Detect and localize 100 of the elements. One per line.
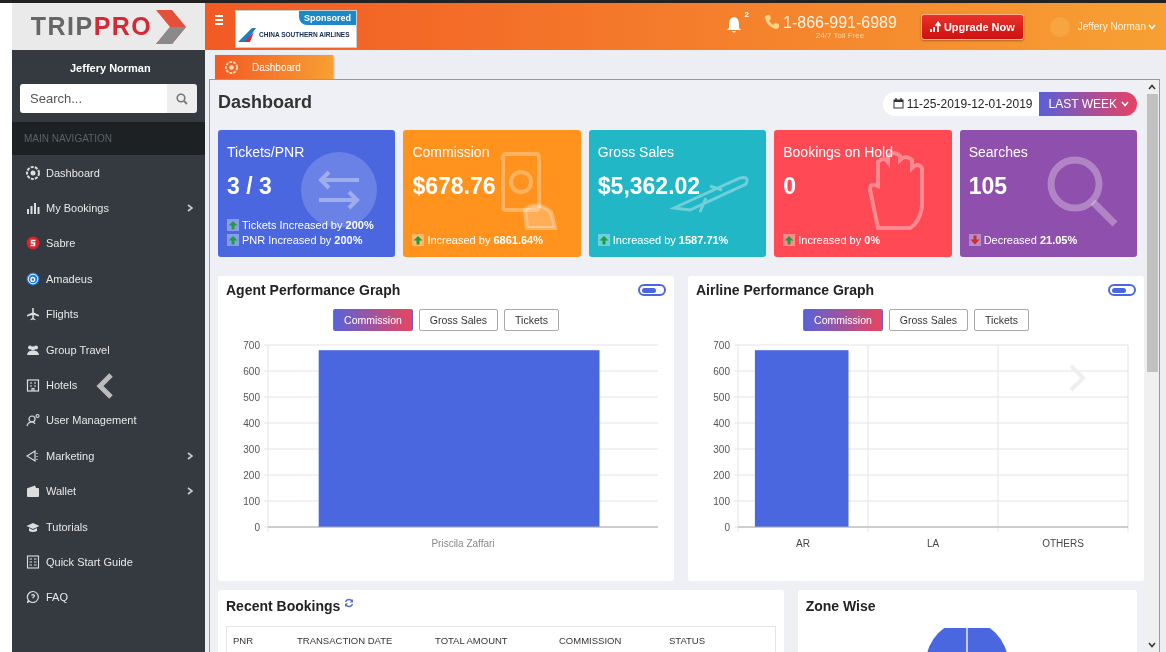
scroll-down-icon[interactable]	[1148, 642, 1156, 648]
column-header: TRANSACTION DATE	[297, 635, 394, 648]
axis-tick-label: 100	[713, 496, 730, 507]
user-icon	[26, 413, 40, 428]
change-text: Increased by 1587.71%	[612, 234, 729, 246]
metric-button[interactable]: Tickets	[504, 309, 559, 331]
navigation-heading: MAIN NAVIGATION	[12, 122, 205, 155]
down-arrow-icon	[968, 234, 981, 246]
axis-category-label: OTHERS	[1042, 538, 1084, 549]
sidebar-item[interactable]: Tutorials	[12, 508, 205, 545]
axis-tick-label: 700	[243, 340, 260, 351]
dashboard-icon	[225, 60, 238, 74]
refresh-icon[interactable]	[344, 598, 355, 608]
chevron-right-icon	[187, 451, 193, 460]
sidebar-item[interactable]: Marketing	[12, 438, 205, 474]
up-arrow-icon	[412, 234, 425, 246]
sidebar-item[interactable]: Hotels	[12, 367, 205, 403]
collapse-chevron-icon[interactable]	[96, 373, 114, 399]
faq-icon	[26, 590, 40, 605]
change-text: Increased by 6861.64%	[427, 234, 543, 246]
airline-tail-icon	[238, 27, 256, 42]
up-arrow-icon	[227, 219, 239, 231]
caret-icon	[1148, 23, 1156, 30]
sidebar-item[interactable]: Dashboard	[12, 155, 205, 191]
section-title: Recent Bookings	[226, 598, 341, 614]
toll-free-note: 24/7 Toll Free	[815, 30, 865, 40]
axis-category-label: AR	[796, 538, 810, 549]
axis-tick-label: 700	[713, 340, 730, 351]
metric-button[interactable]: Commission	[333, 309, 413, 331]
graph-title: Airline Performance Graph	[696, 282, 875, 298]
bars-icon	[26, 201, 40, 216]
sidebar-item[interactable]: Amadeus	[12, 261, 205, 297]
metric-button[interactable]: Tickets	[974, 309, 1029, 331]
axis-tick-label: 0	[254, 522, 260, 533]
wallet-icon	[26, 484, 40, 499]
up-arrow-icon	[597, 234, 610, 246]
sponsored-badge: Sponsored	[299, 10, 356, 25]
stat-title: Gross Sales	[597, 144, 676, 160]
sidebar-item[interactable]: Flights	[12, 296, 205, 332]
toggle-switch[interactable]	[638, 284, 666, 296]
stat-value: 3 / 3	[227, 173, 273, 200]
page-title: Dashboard	[218, 91, 313, 113]
axis-tick-label: 400	[713, 418, 730, 429]
sidebar-user-name: Jeffery Norman	[69, 61, 152, 76]
axis-tick-label: 100	[243, 496, 260, 507]
sidebar-item[interactable]: Quick Start Guide	[12, 544, 205, 580]
guide-icon	[26, 555, 40, 569]
plane-icon	[26, 307, 40, 322]
metric-button[interactable]: Commission	[803, 309, 883, 331]
axis-tick-label: 400	[243, 418, 260, 429]
axis-tick-label: 300	[713, 444, 730, 455]
toggle-switch[interactable]	[1108, 284, 1136, 296]
calendar-icon	[892, 98, 904, 109]
axis-tick-label: 500	[713, 392, 730, 403]
up-arrow-icon	[783, 234, 796, 246]
search-icon	[176, 92, 188, 105]
axis-tick-label: 200	[713, 470, 730, 481]
chevron-right-icon	[187, 204, 193, 213]
metric-button[interactable]: Gross Sales	[418, 309, 499, 331]
sidebar-item[interactable]: FAQ	[12, 579, 205, 616]
phone-icon	[764, 13, 781, 30]
sidebar-item[interactable]: Sabre	[12, 225, 205, 262]
date-range[interactable]: 11-25-2019-12-01-2019	[882, 91, 1039, 116]
change-text: Increased by 0%	[798, 234, 881, 246]
stat-value: $678.76	[412, 173, 497, 200]
scrollbar[interactable]	[1145, 80, 1159, 652]
chevron-right-icon	[187, 487, 193, 496]
axis-category-label: LA	[926, 538, 940, 549]
metric-button[interactable]: Gross Sales	[888, 309, 969, 331]
axis-tick-label: 600	[713, 366, 730, 377]
column-header: PNR	[233, 635, 255, 648]
axis-tick-label: 300	[243, 444, 260, 455]
dashboard-icon	[26, 165, 40, 180]
logo-text: TRIPPRO	[30, 12, 153, 41]
sidebar-item[interactable]: User Management	[12, 402, 205, 439]
axis-tick-label: 200	[243, 470, 260, 481]
stat-value: 0	[783, 173, 797, 200]
search-button[interactable]	[167, 84, 197, 113]
caret-icon	[1121, 100, 1129, 107]
bell-icon[interactable]	[726, 16, 743, 33]
notification-count: 2	[744, 10, 750, 19]
column-header: STATUS	[669, 635, 706, 648]
stat-value: $5,362.02	[597, 173, 702, 200]
search-field[interactable]: Search...	[20, 84, 167, 113]
sidebar-item[interactable]: Group Travel	[12, 331, 205, 368]
column-header: TOTAL AMOUNT	[435, 635, 509, 648]
axis-tick-label: 500	[243, 392, 260, 403]
period-dropdown[interactable]: LAST WEEK	[1038, 91, 1137, 116]
change-text: PNR Increased by 200%	[242, 234, 363, 246]
sidebar-item[interactable]: Wallet	[12, 473, 205, 509]
stat-title: Bookings on Hold	[783, 144, 894, 160]
menu-icon[interactable]	[215, 15, 223, 25]
axis-tick-label: 0	[724, 522, 730, 533]
upgrade-button[interactable]: Upgrade Now	[920, 13, 1024, 40]
stat-title: Commission	[412, 144, 491, 160]
stat-value: 105	[968, 173, 1008, 200]
sidebar-item[interactable]: My Bookings	[12, 190, 205, 226]
axis-category-label: Priscila Zaffari	[431, 538, 495, 549]
change-text: Tickets Increased by 200%	[242, 219, 374, 231]
scroll-up-icon[interactable]	[1148, 84, 1156, 90]
